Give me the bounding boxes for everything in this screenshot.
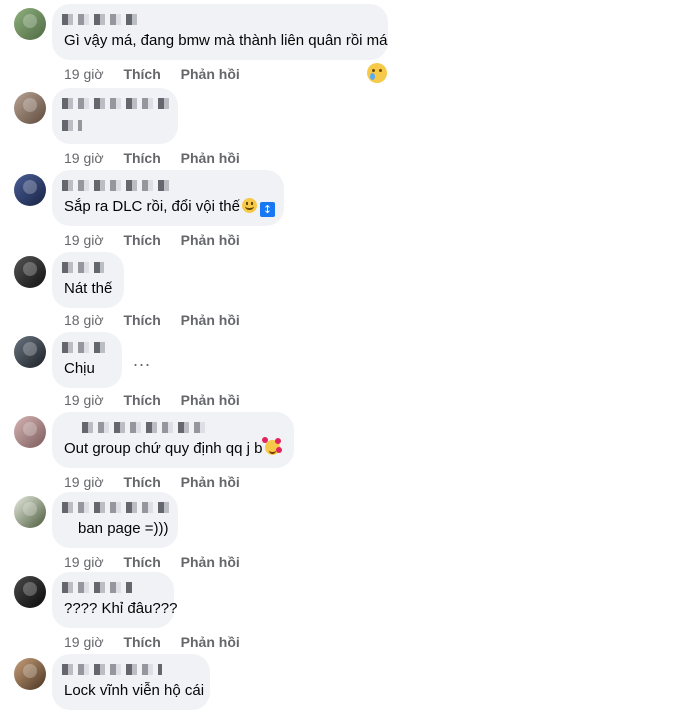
- blurred-author-name[interactable]: [62, 664, 162, 675]
- blurred-author-name[interactable]: [62, 14, 140, 25]
- comment-text-content: Out group chứ quy định qq j b: [64, 440, 263, 457]
- sad-reaction-icon[interactable]: [367, 63, 387, 83]
- comment-bubble: Gì vậy má, đang bmw mà thành liên quân r…: [52, 4, 388, 60]
- blurred-author-name[interactable]: [62, 502, 170, 513]
- like-button[interactable]: Thích: [123, 474, 160, 490]
- comment-bubble: [52, 88, 178, 144]
- reply-button[interactable]: Phản hồi: [181, 232, 240, 248]
- comment-bubble: Out group chứ quy định qq j b: [52, 412, 294, 468]
- comment-item: Sắp ra DLC rồi, đổi vội thế ↕ 19 giờ Thíc…: [0, 170, 685, 250]
- comment-time[interactable]: 18 giờ: [64, 312, 104, 328]
- comment-actions: 18 giờ Thích Phản hồi: [64, 312, 256, 328]
- comment-actions: 19 giờ Thích Phản hồi: [64, 232, 256, 248]
- reply-button[interactable]: Phản hồi: [181, 312, 240, 328]
- avatar[interactable]: [14, 658, 46, 690]
- comment-item: ban page =))) 19 giờ Thích Phản hồi: [0, 492, 685, 572]
- comment-actions: 19 giờ Thích Phản hồi: [64, 474, 256, 490]
- up-down-arrow-emoji: ↕: [259, 202, 275, 217]
- comment-item: Nát thế 18 giờ Thích Phản hồi: [0, 252, 685, 332]
- like-button[interactable]: Thích: [123, 392, 160, 408]
- comment-time[interactable]: 19 giờ: [64, 150, 104, 166]
- avatar[interactable]: [14, 416, 46, 448]
- comment-time[interactable]: 19 giờ: [64, 232, 104, 248]
- avatar[interactable]: [14, 92, 46, 124]
- avatar[interactable]: [14, 336, 46, 368]
- avatar[interactable]: [14, 256, 46, 288]
- comment-text: ???? Khỉ đâu???: [64, 600, 178, 617]
- reply-button[interactable]: Phản hồi: [181, 392, 240, 408]
- like-button[interactable]: Thích: [123, 150, 160, 166]
- comment-time[interactable]: 19 giờ: [64, 554, 104, 570]
- like-button[interactable]: Thích: [123, 312, 160, 328]
- comment-item: Gì vậy má, đang bmw mà thành liên quân r…: [0, 4, 685, 84]
- comment-actions: 19 giờ Thích Phản hồi: [64, 634, 256, 650]
- comment-time[interactable]: 19 giờ: [64, 392, 104, 408]
- comment-actions: 19 giờ Thích Phản hồi: [64, 392, 256, 408]
- comment-item: Chịu ... 19 giờ Thích Phản hồi: [0, 332, 685, 412]
- comment-item: Out group chứ quy định qq j b 19 giờ Thí…: [0, 412, 685, 492]
- like-button[interactable]: Thích: [123, 554, 160, 570]
- comment-feed: Gì vậy má, đang bmw mà thành liên quân r…: [0, 0, 685, 710]
- like-button[interactable]: Thích: [123, 634, 160, 650]
- comment-text: Chịu: [64, 360, 95, 377]
- like-button[interactable]: Thích: [123, 66, 160, 82]
- smiling-face-emoji: [241, 198, 257, 213]
- comment-actions: 19 giờ Thích Phản hồi: [64, 150, 256, 166]
- blurred-author-name[interactable]: [62, 342, 110, 353]
- comment-text: ban page =))): [78, 520, 169, 537]
- comment-item: Lock vĩnh viễn hộ cái: [0, 654, 685, 710]
- reply-button[interactable]: Phản hồi: [181, 474, 240, 490]
- blurred-author-name[interactable]: [62, 98, 170, 109]
- more-options-button[interactable]: ...: [133, 350, 151, 371]
- comment-time[interactable]: 19 giờ: [64, 634, 104, 650]
- avatar[interactable]: [14, 576, 46, 608]
- blurred-author-name[interactable]: [62, 180, 170, 191]
- comment-text: Lock vĩnh viễn hộ cái: [64, 682, 205, 699]
- avatar[interactable]: [14, 174, 46, 206]
- comment-bubble: Chịu: [52, 332, 122, 388]
- blurred-author-name[interactable]: [62, 582, 132, 593]
- comment-bubble: ???? Khỉ đâu???: [52, 572, 178, 628]
- comment-bubble: Lock vĩnh viễn hộ cái: [52, 654, 210, 710]
- blurred-comment-text: [62, 120, 82, 131]
- comment-text: Out group chứ quy định qq j b: [64, 437, 280, 458]
- comment-text-content: Sắp ra DLC rồi, đổi vội thế: [64, 198, 240, 215]
- comment-text: Sắp ra DLC rồi, đổi vội thế ↕: [64, 198, 275, 217]
- comment-time[interactable]: 19 giờ: [64, 474, 104, 490]
- comment-actions: 19 giờ Thích Phản hồi: [64, 554, 256, 570]
- comment-item: 19 giờ Thích Phản hồi: [0, 88, 685, 168]
- avatar[interactable]: [14, 496, 46, 528]
- comment-time[interactable]: 19 giờ: [64, 66, 104, 82]
- comment-bubble: ban page =))): [52, 492, 178, 548]
- comment-text: Nát thế: [64, 280, 113, 297]
- reply-button[interactable]: Phản hồi: [181, 66, 240, 82]
- reply-button[interactable]: Phản hồi: [181, 554, 240, 570]
- blurred-author-name[interactable]: [62, 262, 104, 273]
- comment-bubble: Sắp ra DLC rồi, đổi vội thế ↕: [52, 170, 284, 226]
- reply-button[interactable]: Phản hồi: [181, 150, 240, 166]
- reply-button[interactable]: Phản hồi: [181, 634, 240, 650]
- comment-item: ???? Khỉ đâu??? 19 giờ Thích Phản hồi: [0, 572, 685, 652]
- avatar[interactable]: [14, 8, 46, 40]
- comment-text: Gì vậy má, đang bmw mà thành liên quân r…: [64, 32, 388, 49]
- comment-bubble: Nát thế: [52, 252, 124, 308]
- blurred-author-name[interactable]: [82, 422, 210, 433]
- smiling-face-with-hearts-emoji: [261, 437, 280, 455]
- comment-actions: 19 giờ Thích Phản hồi: [64, 66, 256, 82]
- like-button[interactable]: Thích: [123, 232, 160, 248]
